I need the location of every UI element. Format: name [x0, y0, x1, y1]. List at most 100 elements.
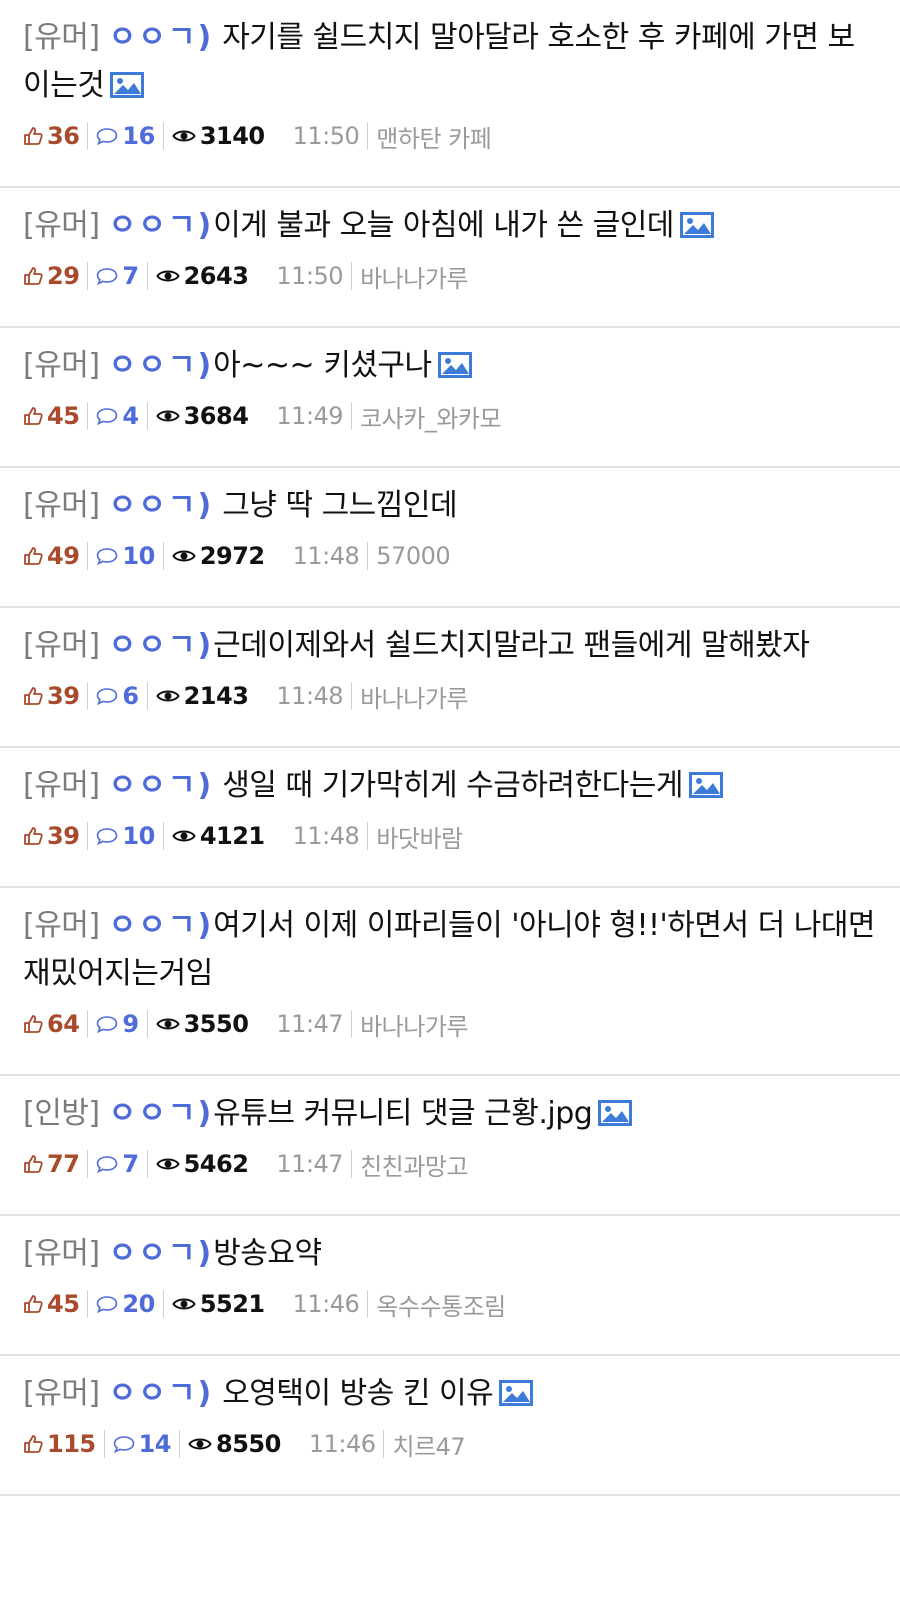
- comments-value: 6: [122, 682, 139, 710]
- post-title[interactable]: [유머] ㅇㅇㄱ)방송요약: [23, 1230, 876, 1278]
- image-icon: [499, 1373, 534, 1406]
- post-category: [인방]: [23, 1096, 100, 1131]
- image-icon: [688, 765, 723, 798]
- post-category: [유머]: [23, 348, 100, 383]
- post-author[interactable]: 바나나가루: [360, 1007, 468, 1042]
- post-meta: 115 14 8550 11:46 치르47: [23, 1424, 876, 1464]
- meta-divider: [162, 122, 164, 150]
- post-meta: 45 20 5521 11:46 옥수수통조림: [23, 1284, 876, 1324]
- post-meta: 49 10 2972 11:48 57000: [23, 536, 876, 576]
- post-item[interactable]: [유머] ㅇㅇㄱ)아~~~ 키셨구나 45 4 3684 11:49 코사카_와카모: [0, 328, 900, 468]
- eye-icon: [155, 267, 180, 285]
- post-item[interactable]: [인방] ㅇㅇㄱ)유튜브 커뮤니티 댓글 근황.jpg 77 7 5462 11:47 친…: [0, 1076, 900, 1216]
- comments-count: 14: [113, 1430, 172, 1458]
- comments-value: 4: [122, 402, 139, 430]
- views-value: 3550: [183, 1010, 249, 1038]
- views-count: 3550: [155, 1010, 249, 1038]
- speech-bubble-icon: [96, 827, 118, 845]
- post-meta: 39 6 2143 11:48 바나나가루: [23, 676, 876, 716]
- likes-count: 39: [23, 822, 80, 850]
- post-item[interactable]: [유머] ㅇㅇㄱ) 생일 때 기가막히게 수금하려한다는게 39 10 4121 11:…: [0, 748, 900, 888]
- post-author[interactable]: 옥수수통조림: [376, 1287, 506, 1322]
- gosu-tag: ㅇㅇㄱ): [108, 20, 214, 55]
- post-time: 11:47: [276, 1150, 344, 1178]
- meta-divider: [351, 262, 353, 290]
- post-author[interactable]: 친친과망고: [360, 1147, 468, 1182]
- post-title-text: 근데이제와서 쉴드치지말라고 팬들에게 말해봤자: [213, 628, 810, 663]
- gosu-tag: ㅇㅇㄱ): [108, 628, 214, 663]
- post-title[interactable]: [유머] ㅇㅇㄱ) 생일 때 기가막히게 수금하려한다는게: [23, 762, 876, 810]
- views-count: 2143: [155, 682, 249, 710]
- post-author[interactable]: 코사카_와카모: [360, 399, 501, 434]
- post-author[interactable]: 57000: [376, 542, 450, 570]
- thumbs-up-icon: [23, 826, 43, 846]
- post-time: 11:46: [292, 1290, 360, 1318]
- eye-icon: [155, 1155, 180, 1173]
- post-title[interactable]: [유머] ㅇㅇㄱ)여기서 이제 이파리들이 '아니야 형!!'하면서 더 나대면…: [23, 902, 876, 998]
- post-list: [유머] ㅇㅇㄱ) 자기를 쉴드치지 말아달라 호소한 후 카페에 가면 보이는…: [0, 0, 900, 1496]
- views-count: 3140: [172, 122, 265, 150]
- post-author[interactable]: 바닷바람: [376, 819, 463, 854]
- post-title[interactable]: [유머] ㅇㅇㄱ)아~~~ 키셨구나: [23, 342, 876, 390]
- post-item[interactable]: [유머] ㅇㅇㄱ)근데이제와서 쉴드치지말라고 팬들에게 말해봤자 39 6 2143…: [0, 608, 900, 748]
- meta-divider: [87, 542, 89, 570]
- post-item[interactable]: [유머] ㅇㅇㄱ)여기서 이제 이파리들이 '아니야 형!!'하면서 더 나대면…: [0, 888, 900, 1076]
- speech-bubble-icon: [96, 127, 118, 145]
- post-title[interactable]: [인방] ㅇㅇㄱ)유튜브 커뮤니티 댓글 근황.jpg: [23, 1090, 876, 1138]
- likes-count: 36: [23, 122, 80, 150]
- likes-value: 45: [47, 1290, 80, 1318]
- eye-icon: [155, 1015, 180, 1033]
- post-item[interactable]: [유머] ㅇㅇㄱ) 그냥 딱 그느낌인데 49 10 2972 11:48 57000: [0, 468, 900, 608]
- eye-icon: [172, 547, 196, 565]
- meta-divider: [162, 822, 164, 850]
- meta-divider: [367, 542, 369, 570]
- post-title-text: 생일 때 기가막히게 수금하려한다는게: [213, 768, 683, 803]
- views-count: 5462: [155, 1150, 249, 1178]
- comments-value: 20: [122, 1290, 155, 1318]
- comments-count: 16: [96, 122, 155, 150]
- post-title-text: 아~~~ 키셨구나: [213, 348, 432, 383]
- meta-divider: [351, 1150, 353, 1178]
- gosu-tag: ㅇㅇㄱ): [108, 1096, 214, 1131]
- post-title[interactable]: [유머] ㅇㅇㄱ)근데이제와서 쉴드치지말라고 팬들에게 말해봤자: [23, 622, 876, 670]
- comments-count: 10: [96, 822, 155, 850]
- meta-divider: [146, 682, 148, 710]
- meta-divider: [367, 122, 369, 150]
- meta-divider: [87, 122, 89, 150]
- post-title-text: 그냥 딱 그느낌인데: [213, 488, 458, 523]
- post-meta: 45 4 3684 11:49 코사카_와카모: [23, 396, 876, 436]
- post-author[interactable]: 치르47: [392, 1427, 465, 1462]
- gosu-tag: ㅇㅇㄱ): [108, 348, 214, 383]
- likes-value: 77: [47, 1150, 80, 1178]
- post-title[interactable]: [유머] ㅇㅇㄱ) 그냥 딱 그느낌인데: [23, 482, 876, 530]
- eye-icon: [155, 407, 180, 425]
- views-value: 5521: [199, 1290, 265, 1318]
- post-category: [유머]: [23, 628, 100, 663]
- post-time: 11:48: [292, 542, 360, 570]
- comments-count: 6: [96, 682, 139, 710]
- likes-count: 77: [23, 1150, 80, 1178]
- post-item[interactable]: [유머] ㅇㅇㄱ)이게 불과 오늘 아침에 내가 쓴 글인데 29 7 2643 11:…: [0, 188, 900, 328]
- thumbs-up-icon: [23, 1014, 43, 1034]
- post-author[interactable]: 맨하탄 카페: [376, 119, 492, 154]
- comments-count: 10: [96, 542, 155, 570]
- post-author[interactable]: 바나나가루: [360, 679, 468, 714]
- post-title[interactable]: [유머] ㅇㅇㄱ)이게 불과 오늘 아침에 내가 쓴 글인데: [23, 202, 876, 250]
- gosu-tag: ㅇㅇㄱ): [108, 488, 214, 523]
- post-item[interactable]: [유머] ㅇㅇㄱ) 자기를 쉴드치지 말아달라 호소한 후 카페에 가면 보이는…: [0, 0, 900, 188]
- comments-value: 9: [122, 1010, 139, 1038]
- views-count: 2643: [155, 262, 249, 290]
- post-category: [유머]: [23, 768, 100, 803]
- speech-bubble-icon: [96, 547, 118, 565]
- post-meta: 77 7 5462 11:47 친친과망고: [23, 1144, 876, 1184]
- comments-value: 7: [122, 262, 139, 290]
- post-item[interactable]: [유머] ㅇㅇㄱ) 오영택이 방송 킨 이유 115 14 8550 11:46 치르47: [0, 1356, 900, 1496]
- post-title[interactable]: [유머] ㅇㅇㄱ) 자기를 쉴드치지 말아달라 호소한 후 카페에 가면 보이는…: [23, 14, 876, 110]
- image-icon: [437, 345, 472, 378]
- post-item[interactable]: [유머] ㅇㅇㄱ)방송요약 45 20 5521 11:46 옥수수통조림: [0, 1216, 900, 1356]
- post-title[interactable]: [유머] ㅇㅇㄱ) 오영택이 방송 킨 이유: [23, 1370, 876, 1418]
- likes-value: 64: [47, 1010, 80, 1038]
- likes-count: 115: [23, 1430, 96, 1458]
- gosu-tag: ㅇㅇㄱ): [108, 1236, 214, 1271]
- post-author[interactable]: 바나나가루: [360, 259, 468, 294]
